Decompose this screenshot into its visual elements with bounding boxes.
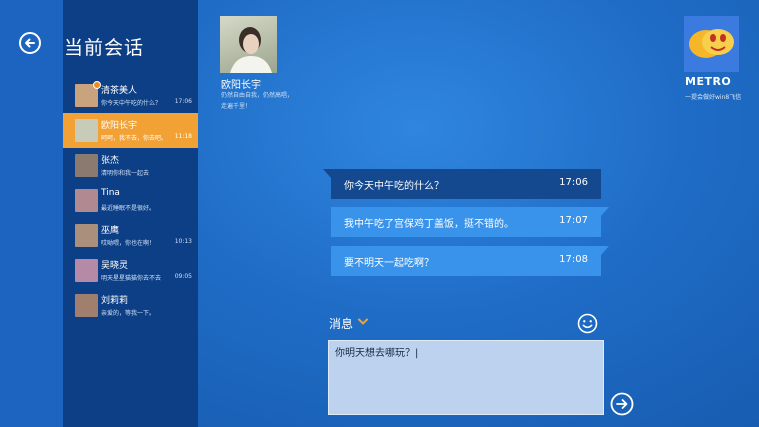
back-button[interactable] xyxy=(19,32,41,54)
message-text: 要不明天一起吃啊？ xyxy=(344,258,434,269)
contact-name: 吴晓灵 xyxy=(101,261,129,271)
avatar xyxy=(75,224,98,247)
message-text: 你今天中午吃的什么？ xyxy=(344,181,444,192)
profile-photo[interactable] xyxy=(220,16,277,73)
message-time: 17:06 xyxy=(559,177,588,188)
contact-time: 11:18 xyxy=(174,133,192,140)
message-time: 17:08 xyxy=(559,254,588,265)
contact-last-message: 清明你和我一起去 xyxy=(101,170,150,177)
contact-item[interactable]: Tina 最近睡眠不是很好。 xyxy=(63,183,198,218)
contact-name: Tina xyxy=(101,188,120,198)
bubble-tail xyxy=(323,169,331,178)
contact-time: 10:13 xyxy=(174,238,192,245)
smiley-icon[interactable] xyxy=(577,313,598,334)
avatar xyxy=(75,189,98,212)
app-tagline: 一提会做好win8飞信 xyxy=(685,94,742,101)
contact-last-message: 你今天中午吃的什么？ xyxy=(101,100,162,107)
contact-last-message: 哎呦喂，你也在啊！ xyxy=(101,240,156,247)
message-input[interactable]: 你明天想去哪玩？| xyxy=(328,340,604,415)
person-silhouette xyxy=(230,27,272,73)
message-text: 我中午吃了宫保鸡丁盖饭，挺不错的。 xyxy=(344,219,514,230)
contact-name: 清茶美人 xyxy=(101,86,138,96)
app-name: METRO xyxy=(685,75,732,88)
contact-item[interactable]: 刘莉莉 亲爱的，等我一下。 xyxy=(63,288,198,323)
message-time: 17:07 xyxy=(559,215,588,226)
unread-badge xyxy=(93,81,101,89)
avatar xyxy=(75,259,98,282)
message-bubble-outgoing: 我中午吃了宫保鸡丁盖饭，挺不错的。 17:07 xyxy=(331,207,609,237)
app-logo-icon xyxy=(684,16,739,72)
message-bubble-incoming: 你今天中午吃的什么？ 17:06 xyxy=(323,169,601,199)
page-title: 当前会话 xyxy=(64,37,145,59)
profile-name: 欧阳长宇 xyxy=(221,80,261,91)
status-line: 走遍千里！ xyxy=(221,103,252,110)
contact-item[interactable]: 吴晓灵 明天星星猫猫你去不去 09:05 xyxy=(63,253,198,288)
contact-last-message: 呵呵，我不去，你去吧。 xyxy=(101,135,168,142)
contact-item[interactable]: 巫鹰 哎呦喂，你也在啊！ 10:13 xyxy=(63,218,198,253)
contact-time: 17:06 xyxy=(174,98,192,105)
contact-last-message: 最近睡眠不是很好。 xyxy=(101,205,156,212)
left-rail xyxy=(0,0,63,427)
bubble-tail xyxy=(601,246,609,255)
avatar xyxy=(75,294,98,317)
avatar xyxy=(75,119,98,142)
send-arrow-icon[interactable] xyxy=(610,392,634,416)
contact-name: 巫鹰 xyxy=(101,226,120,236)
status-line: 仍然自由自我，仍然高唱， xyxy=(221,92,294,99)
back-arrow-icon xyxy=(25,38,35,48)
chevron-down-icon[interactable] xyxy=(358,318,368,325)
contact-name: 刘莉莉 xyxy=(101,296,129,306)
app-logo-tile[interactable] xyxy=(684,16,739,72)
contact-name: 欧阳长宇 xyxy=(101,121,138,131)
contact-item[interactable]: 张杰 清明你和我一起去 xyxy=(63,148,198,183)
avatar xyxy=(75,154,98,177)
contact-time: 09:05 xyxy=(174,273,192,280)
contact-name: 张杰 xyxy=(101,156,120,166)
contact-item-active[interactable]: 欧阳长宇 呵呵，我不去，你去吧。 11:18 xyxy=(63,113,198,148)
contact-item[interactable]: 清茶美人 你今天中午吃的什么？ 17:06 xyxy=(63,78,198,113)
profile-status: 仍然自由自我，仍然高唱， 走遍千里！ xyxy=(221,90,311,112)
bubble-tail xyxy=(601,207,609,216)
contact-last-message: 明天星星猫猫你去不去 xyxy=(101,275,162,282)
message-bubble-outgoing: 要不明天一起吃啊？ 17:08 xyxy=(331,246,609,276)
contact-last-message: 亲爱的，等我一下。 xyxy=(101,310,156,317)
contact-list: 清茶美人 你今天中午吃的什么？ 17:06 欧阳长宇 呵呵，我不去，你去吧。 1… xyxy=(63,78,198,323)
message-type-label[interactable]: 消息 xyxy=(329,315,353,332)
